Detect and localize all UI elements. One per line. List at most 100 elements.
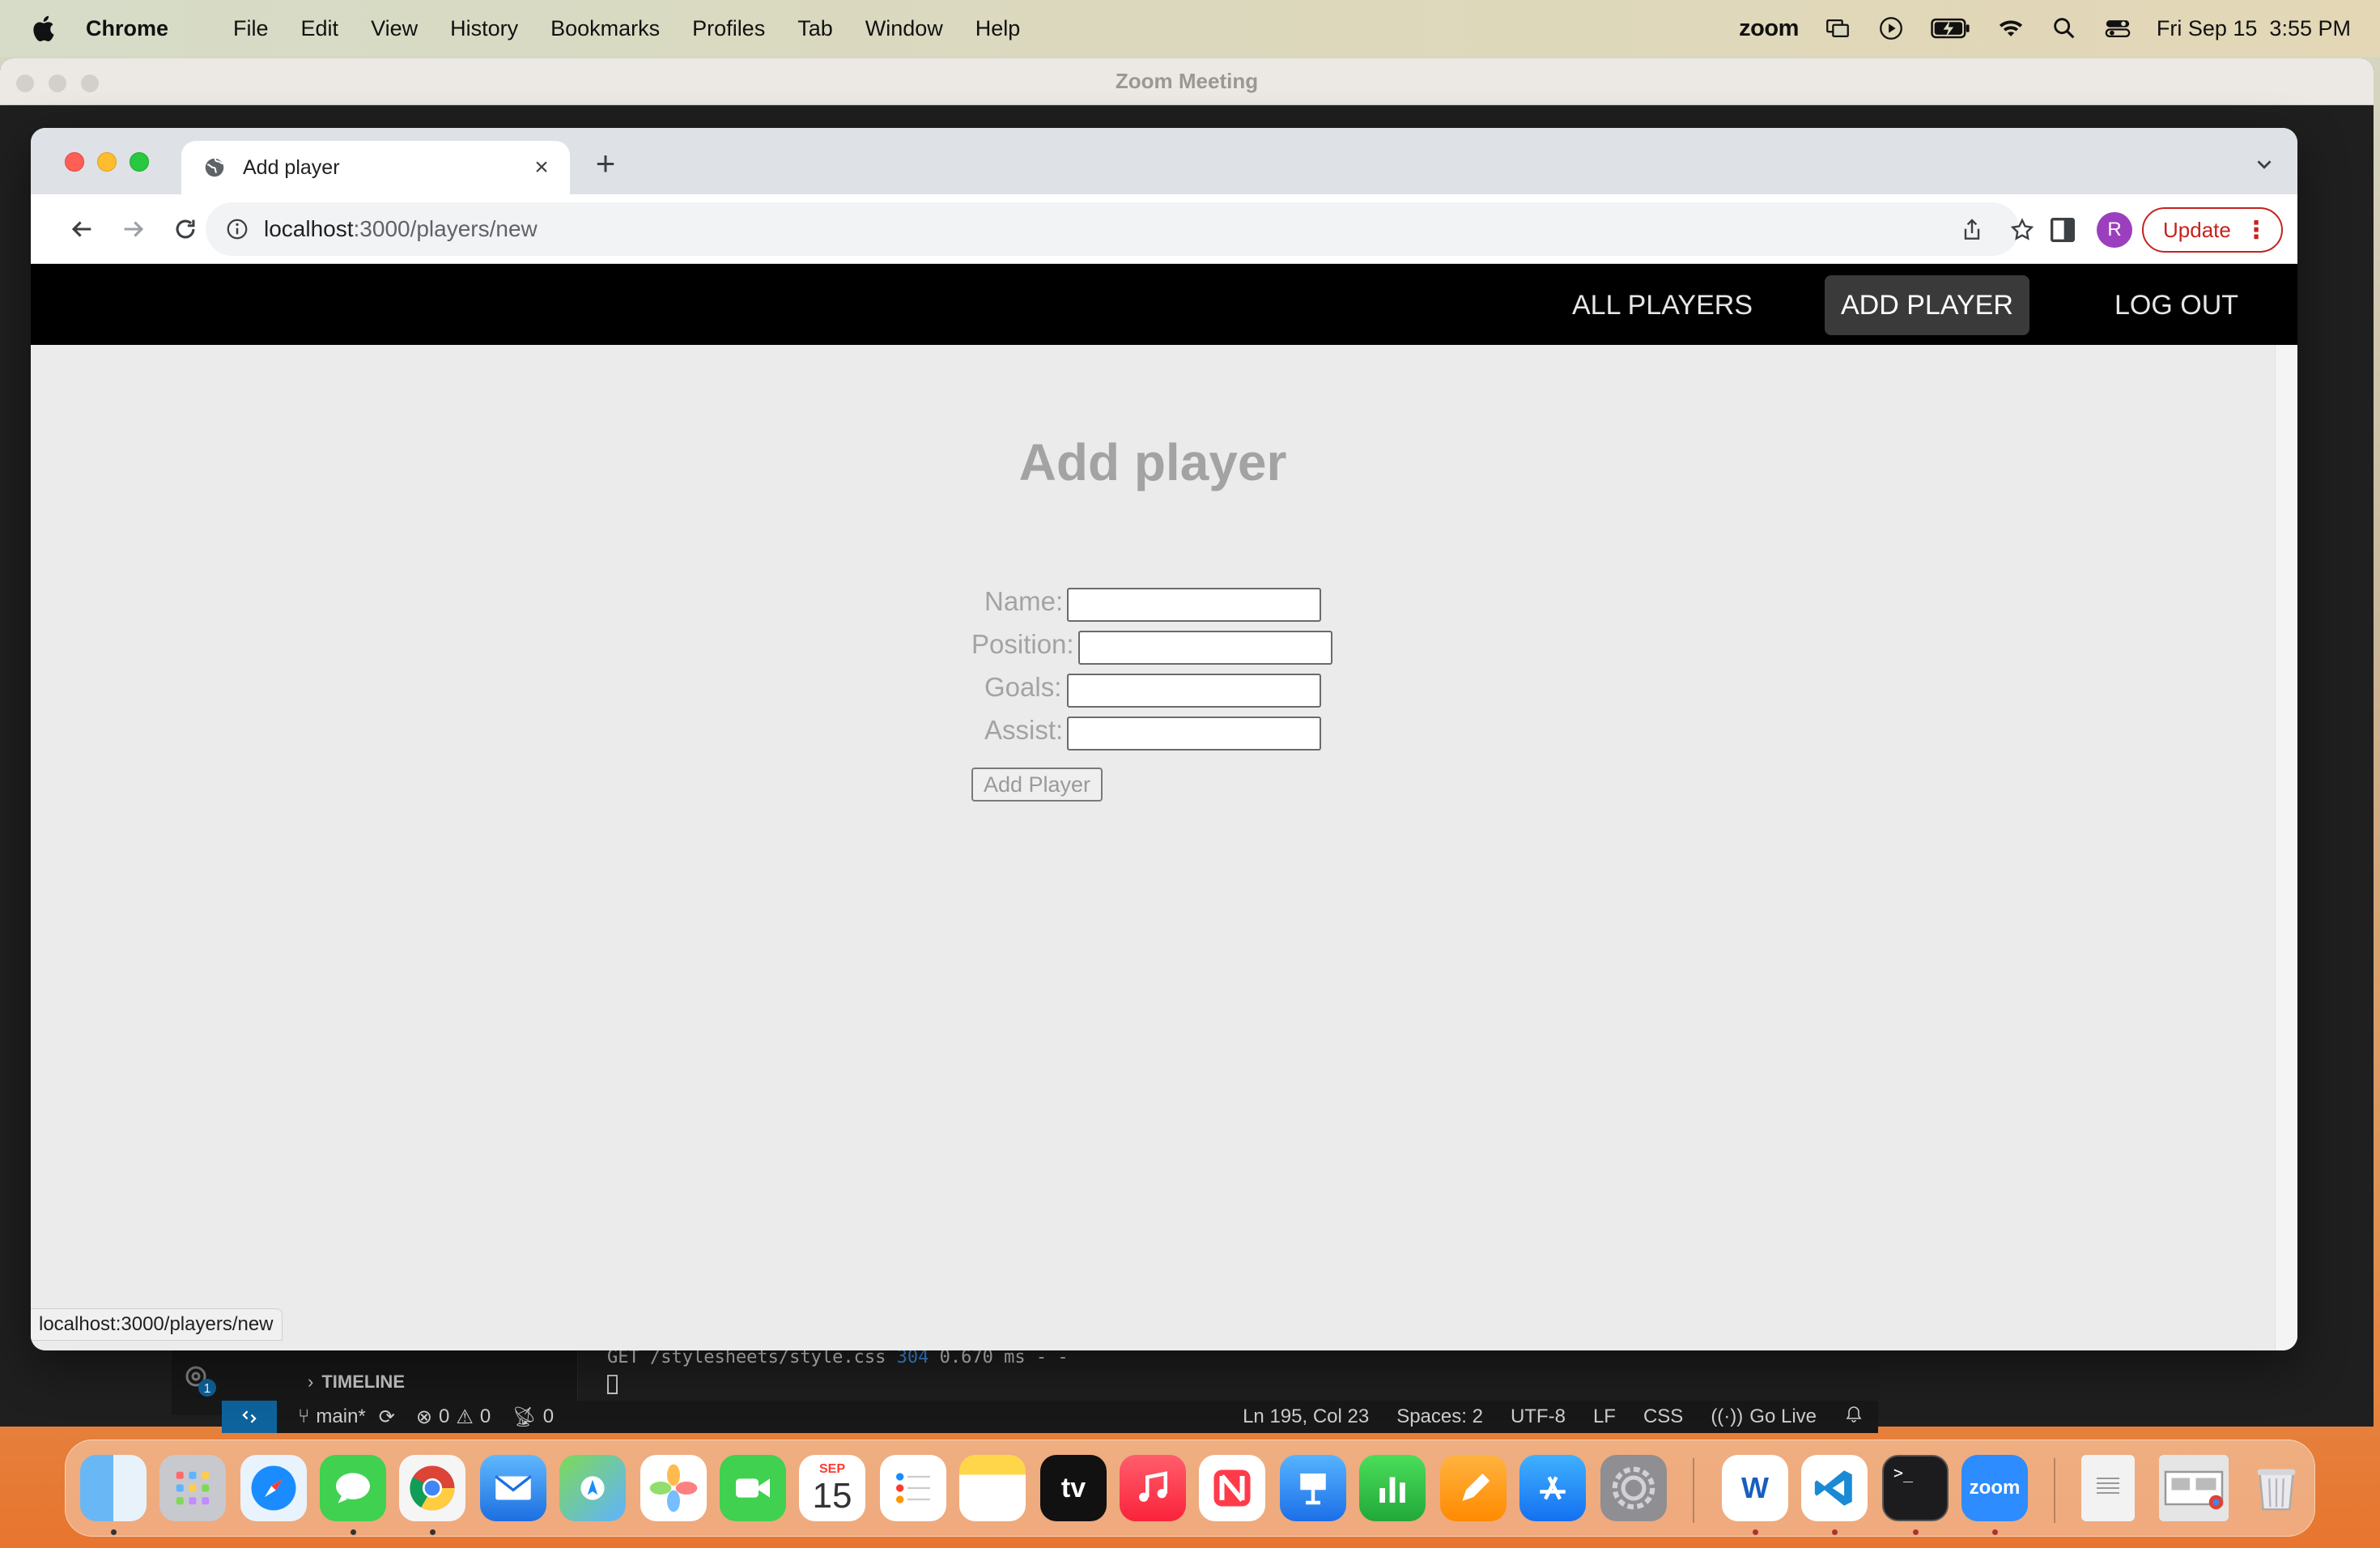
back-button[interactable] (63, 211, 100, 248)
language-mode[interactable]: CSS (1643, 1406, 1683, 1428)
maps-icon[interactable] (559, 1455, 626, 1521)
zoom-app-icon[interactable]: zoom (1961, 1455, 2028, 1521)
menu-app-name[interactable]: Chrome (86, 16, 168, 41)
finder-icon[interactable] (80, 1455, 147, 1521)
timeline-section[interactable]: › TIMELINE (308, 1372, 405, 1393)
url-text[interactable]: localhost:3000/players/new (264, 216, 538, 242)
profile-avatar[interactable]: R (2097, 212, 2132, 248)
timeline-label: TIMELINE (321, 1372, 405, 1392)
facetime-icon[interactable] (720, 1455, 786, 1521)
menu-file[interactable]: File (233, 16, 269, 41)
minimize-window-button[interactable] (97, 152, 117, 172)
zoom-window-title: Zoom Meeting (1115, 69, 1259, 93)
calendar-icon[interactable]: SEP 15 (799, 1455, 865, 1521)
remote-indicator-icon[interactable] (222, 1401, 277, 1433)
update-button[interactable]: Update ⋮ (2142, 207, 2283, 253)
calendar-day: 15 (812, 1476, 852, 1516)
tab-add-player[interactable]: Add player × (181, 141, 570, 194)
sync-icon[interactable]: ⟳ (379, 1406, 395, 1429)
vscode-icon[interactable] (1801, 1455, 1868, 1521)
spotlight-search-icon[interactable] (2050, 14, 2079, 43)
goals-input[interactable] (1067, 674, 1321, 708)
assist-input[interactable] (1067, 717, 1321, 751)
reload-button[interactable] (167, 211, 204, 248)
position-input[interactable] (1078, 631, 1332, 665)
go-live-button[interactable]: ((·)) Go Live (1711, 1406, 1817, 1428)
tab-search-chevron-icon[interactable] (2252, 152, 2276, 176)
apple-menu-icon[interactable] (31, 15, 73, 42)
position-label: Position: (971, 629, 1074, 659)
keynote-icon[interactable] (1280, 1455, 1346, 1521)
menu-help[interactable]: Help (975, 16, 1021, 41)
new-tab-button[interactable]: + (588, 147, 623, 183)
side-panel-icon[interactable] (2046, 214, 2079, 246)
zoom-close-button[interactable] (16, 74, 34, 92)
forward-button[interactable] (115, 211, 152, 248)
zoom-zoom-button[interactable] (81, 74, 99, 92)
close-window-button[interactable] (65, 152, 84, 172)
menu-tab[interactable]: Tab (797, 16, 833, 41)
problems-indicator[interactable]: ⊗ 0 ⚠ 0 (416, 1406, 491, 1429)
git-branch[interactable]: ⑂ main* ⟳ (298, 1406, 395, 1429)
file-encoding[interactable]: UTF-8 (1511, 1406, 1566, 1428)
news-icon[interactable] (1199, 1455, 1265, 1521)
ports-count: 0 (542, 1406, 555, 1427)
numbers-icon[interactable] (1359, 1455, 1426, 1521)
zoom-minimize-button[interactable] (49, 74, 66, 92)
git-branch-icon: ⑂ (298, 1406, 310, 1427)
pages-icon[interactable] (1440, 1455, 1507, 1521)
control-center-icon[interactable] (2103, 14, 2132, 43)
more-vertical-icon[interactable]: ⋮ (2244, 217, 2268, 245)
menu-clock[interactable]: Fri Sep 15 3:55 PM (2157, 16, 2351, 41)
zoom-menu-extra[interactable]: zoom (1739, 15, 1799, 42)
menu-window[interactable]: Window (865, 16, 943, 41)
share-icon[interactable] (1957, 215, 1987, 245)
menu-profiles[interactable]: Profiles (692, 16, 765, 41)
mail-icon[interactable] (480, 1455, 546, 1521)
manage-gear-icon[interactable]: 1 (180, 1360, 219, 1399)
ports-indicator[interactable]: 📡︎ 0 (512, 1406, 554, 1429)
play-circle-icon[interactable] (1876, 14, 1906, 43)
system-settings-icon[interactable] (1600, 1455, 1667, 1521)
link-hover-status: localhost:3000/players/new (31, 1308, 283, 1341)
screenshot-stack-icon[interactable] (2159, 1455, 2229, 1521)
tv-label: tv (1060, 1472, 1086, 1503)
trash-icon[interactable] (2243, 1455, 2310, 1521)
fullscreen-window-button[interactable] (130, 152, 149, 172)
bookmark-star-icon[interactable] (2008, 215, 2037, 245)
terminal-prompt-glyph: >_ (1893, 1463, 1914, 1482)
photos-icon[interactable] (640, 1455, 707, 1521)
macos-dock: SEP 15 tv W >_ zoom (65, 1440, 2315, 1537)
app-store-icon[interactable] (1519, 1455, 1586, 1521)
warning-icon: ⚠ (456, 1406, 474, 1428)
site-info-icon[interactable] (225, 217, 249, 241)
bell-icon[interactable] (1844, 1405, 1864, 1430)
screen-share-icon[interactable] (1823, 14, 1852, 43)
safari-icon[interactable] (240, 1455, 307, 1521)
close-tab-icon[interactable]: × (529, 155, 554, 180)
word-icon[interactable]: W (1722, 1455, 1788, 1521)
apple-tv-icon[interactable]: tv (1040, 1455, 1107, 1521)
url-path: :3000/players/new (353, 216, 538, 241)
launchpad-icon[interactable] (159, 1455, 226, 1521)
wifi-icon[interactable] (1996, 14, 2025, 43)
menu-bookmarks[interactable]: Bookmarks (550, 16, 660, 41)
menu-edit[interactable]: Edit (301, 16, 339, 41)
assist-label: Assist: (984, 715, 1064, 745)
menu-history[interactable]: History (450, 16, 518, 41)
chrome-icon[interactable] (399, 1455, 465, 1521)
docx-file-icon[interactable] (2081, 1455, 2135, 1521)
music-icon[interactable] (1120, 1455, 1186, 1521)
reminders-icon[interactable] (880, 1455, 946, 1521)
battery-icon[interactable] (1930, 14, 1972, 43)
name-input[interactable] (1067, 588, 1321, 622)
menu-view[interactable]: View (371, 16, 418, 41)
end-of-line[interactable]: LF (1593, 1406, 1616, 1428)
cursor-position[interactable]: Ln 195, Col 23 (1243, 1406, 1369, 1428)
notes-icon[interactable] (959, 1455, 1026, 1521)
add-player-submit-button[interactable]: Add Player (971, 768, 1103, 802)
address-bar[interactable]: localhost:3000/players/new (206, 202, 2034, 256)
messages-icon[interactable] (320, 1455, 386, 1521)
terminal-icon[interactable]: >_ (1882, 1455, 1949, 1521)
indentation[interactable]: Spaces: 2 (1396, 1406, 1483, 1428)
